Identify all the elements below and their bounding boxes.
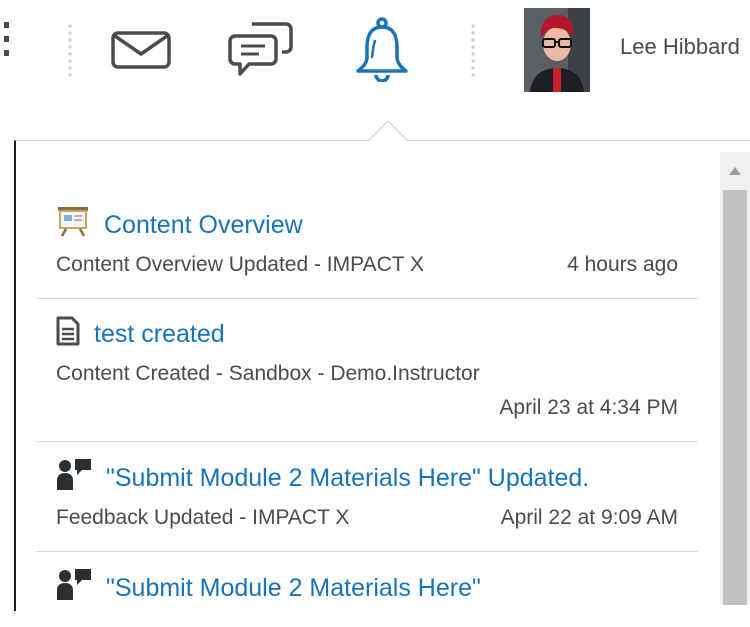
- notification-subtitle: Content Created - Sandbox - Demo.Instruc…: [56, 362, 480, 385]
- more-icon[interactable]: [0, 22, 16, 78]
- mail-icon[interactable]: [108, 28, 174, 72]
- notification-title-link[interactable]: test created: [94, 320, 225, 348]
- notification-item[interactable]: Content Overview Content Overview Update…: [36, 185, 698, 299]
- presentation-icon: [56, 205, 90, 248]
- chat-icon[interactable]: [228, 18, 294, 80]
- feedback-icon: [56, 458, 92, 501]
- separator: [470, 22, 476, 78]
- notification-list: Content Overview Content Overview Update…: [36, 185, 698, 627]
- dropdown-caret-fill: [369, 122, 407, 141]
- notification-subtitle: Content Overview Updated - IMPACT X: [56, 253, 425, 276]
- notification-title-link[interactable]: "Submit Module 2 Materials Here": [106, 574, 481, 602]
- notification-title-row: Content Overview: [56, 205, 678, 248]
- notification-title-link[interactable]: "Submit Module 2 Materials Here" Updated…: [106, 464, 589, 492]
- notification-meta: Feedback Updated - IMPACT X April 22 at …: [56, 501, 678, 535]
- notification-meta: Content Overview Updated - IMPACT X 4 ho…: [56, 248, 678, 282]
- user-name[interactable]: Lee Hibbard: [620, 34, 740, 60]
- scroll-up-icon[interactable]: [720, 152, 750, 190]
- notification-title-link[interactable]: Content Overview: [104, 211, 303, 239]
- separator: [67, 22, 73, 78]
- top-navbar: Lee Hibbard: [0, 0, 750, 96]
- notification-time: 4 hours ago: [567, 253, 678, 276]
- notification-subtitle: Feedback Updated - IMPACT X: [56, 506, 350, 529]
- bell-icon[interactable]: [352, 16, 412, 82]
- notification-item[interactable]: "Submit Module 2 Materials Here" Updated…: [36, 442, 698, 552]
- notification-title-row: test created: [56, 315, 678, 357]
- notification-meta: Content Created - Sandbox - Demo.Instruc…: [56, 357, 678, 391]
- notification-time: April 23 at 4:34 PM: [499, 396, 678, 419]
- avatar[interactable]: [524, 8, 590, 92]
- notification-time: April 22 at 9:09 AM: [500, 506, 678, 529]
- document-icon: [56, 316, 80, 357]
- notification-item[interactable]: test created Content Created - Sandbox -…: [36, 299, 698, 442]
- notification-item[interactable]: "Submit Module 2 Materials Here": [36, 552, 698, 627]
- scrollbar[interactable]: [720, 152, 750, 605]
- notification-title-row: "Submit Module 2 Materials Here" Updated…: [56, 458, 678, 501]
- scroll-thumb[interactable]: [723, 190, 747, 605]
